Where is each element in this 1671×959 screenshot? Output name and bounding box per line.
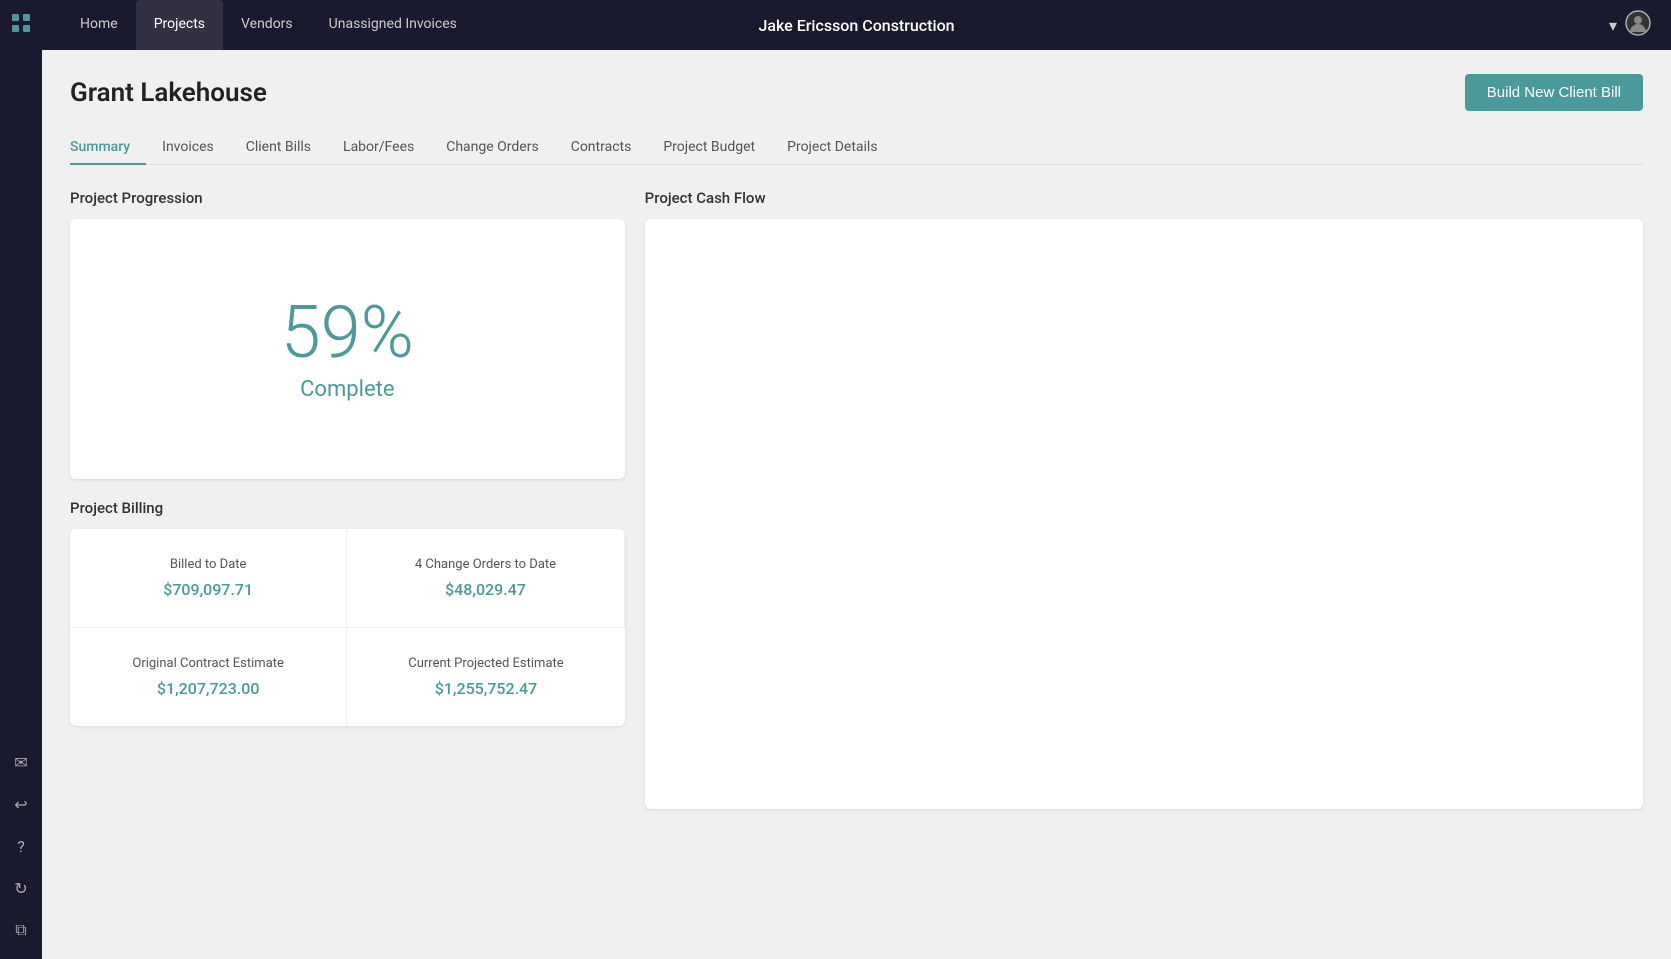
nav-tab-projects[interactable]: Projects: [136, 0, 223, 50]
page-header: Grant Lakehouse Build New Client Bill: [70, 74, 1643, 111]
billing-cell-original-contract: Original Contract Estimate $1,207,723.00: [70, 628, 347, 726]
billing-label-original-contract: Original Contract Estimate: [132, 656, 284, 671]
question-icon[interactable]: ?: [4, 829, 38, 863]
tab-change-orders[interactable]: Change Orders: [430, 131, 554, 165]
billing-cell-billed-to-date: Billed to Date $709,097.71: [70, 529, 347, 628]
project-billing-title: Project Billing: [70, 499, 625, 517]
tab-labor-fees[interactable]: Labor/Fees: [327, 131, 430, 165]
user-avatar-icon: [1625, 10, 1651, 40]
project-cash-flow-section: Project Cash Flow: [645, 189, 1643, 779]
project-cash-flow-title: Project Cash Flow: [645, 189, 1643, 207]
tab-summary[interactable]: Summary: [70, 131, 146, 165]
refresh-icon[interactable]: ↻: [4, 871, 38, 905]
layers-icon[interactable]: ⧉: [4, 913, 38, 947]
user-menu[interactable]: ▾: [1609, 10, 1651, 40]
build-new-client-bill-button[interactable]: Build New Client Bill: [1465, 74, 1643, 111]
nav-tab-vendors[interactable]: Vendors: [223, 0, 311, 50]
sub-tabs: Summary Invoices Client Bills Labor/Fees…: [70, 131, 1643, 165]
left-column: Project Progression 59% Complete Project…: [70, 189, 625, 779]
billing-cell-current-projected: Current Projected Estimate $1,255,752.47: [347, 628, 624, 726]
project-progression-section: Project Progression 59% Complete: [70, 189, 625, 479]
tab-invoices[interactable]: Invoices: [146, 131, 230, 165]
reply-icon[interactable]: ↩: [4, 787, 38, 821]
project-progression-title: Project Progression: [70, 189, 625, 207]
mail-icon[interactable]: ✉: [4, 745, 38, 779]
page-title: Grant Lakehouse: [70, 78, 267, 108]
billing-value-change-orders: $48,029.47: [445, 580, 526, 599]
nav-tab-unassigned-invoices[interactable]: Unassigned Invoices: [311, 0, 475, 50]
project-billing-section: Project Billing Billed to Date $709,097.…: [70, 499, 625, 726]
nav-tab-home[interactable]: Home: [62, 0, 136, 50]
app-logo[interactable]: [10, 12, 32, 39]
billing-label-billed-to-date: Billed to Date: [170, 557, 247, 572]
main-wrapper: Home Projects Vendors Unassigned Invoice…: [42, 0, 1671, 959]
topnav-tabs: Home Projects Vendors Unassigned Invoice…: [62, 0, 475, 50]
progression-percent: 59%: [281, 297, 414, 369]
chevron-down-icon: ▾: [1609, 16, 1617, 35]
content-grid: Project Progression 59% Complete Project…: [70, 189, 1643, 779]
billing-grid: Billed to Date $709,097.71 4 Change Orde…: [70, 529, 625, 726]
billing-value-original-contract: $1,207,723.00: [157, 679, 260, 698]
tab-contracts[interactable]: Contracts: [555, 131, 648, 165]
page-content: Grant Lakehouse Build New Client Bill Su…: [42, 50, 1671, 959]
billing-cell-change-orders: 4 Change Orders to Date $48,029.47: [347, 529, 624, 628]
tab-client-bills[interactable]: Client Bills: [230, 131, 327, 165]
tab-project-details[interactable]: Project Details: [771, 131, 893, 165]
progression-label: Complete: [300, 377, 394, 402]
tab-project-budget[interactable]: Project Budget: [647, 131, 771, 165]
project-progression-card: 59% Complete: [70, 219, 625, 479]
project-cash-flow-card: [645, 219, 1643, 809]
billing-value-current-projected: $1,255,752.47: [435, 679, 538, 698]
topnav: Home Projects Vendors Unassigned Invoice…: [42, 0, 1671, 50]
billing-label-current-projected: Current Projected Estimate: [408, 656, 563, 671]
project-billing-card: Billed to Date $709,097.71 4 Change Orde…: [70, 529, 625, 726]
billing-label-change-orders: 4 Change Orders to Date: [415, 557, 556, 572]
billing-value-billed-to-date: $709,097.71: [163, 580, 253, 599]
sidebar: ✉ ↩ ? ↻ ⧉: [0, 0, 42, 959]
app-title: Jake Ericsson Construction: [758, 16, 954, 35]
